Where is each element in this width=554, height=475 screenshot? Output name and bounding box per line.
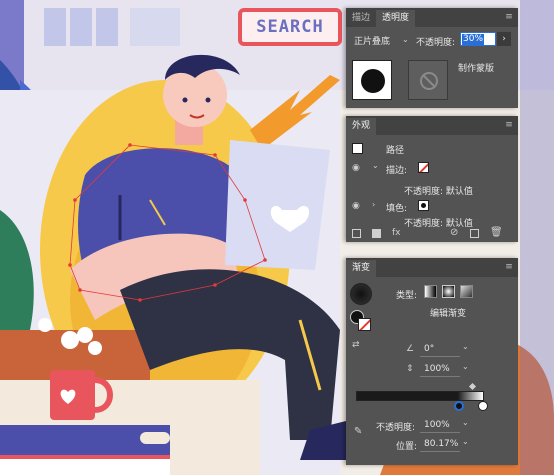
trash-icon[interactable]: 🗑 (490, 227, 503, 238)
location-underline (420, 451, 460, 452)
angle-value[interactable]: 0° (424, 344, 434, 354)
object-thumbnail[interactable] (352, 60, 392, 100)
thumbnail-circle (361, 69, 385, 93)
location-label: 位置: (396, 442, 418, 452)
eye-icon[interactable]: ◉ (352, 164, 362, 173)
add-fill-icon[interactable] (372, 229, 381, 238)
opacity-label: 不透明度: (416, 38, 456, 48)
panel-menu-icon[interactable]: ≡ (504, 262, 514, 272)
radial-gradient-button[interactable] (442, 285, 455, 298)
angle-icon: ∠ (406, 344, 415, 354)
aspect-value[interactable]: 100% (424, 364, 450, 374)
path-swatch-icon (352, 143, 363, 154)
gradient-stop-end[interactable] (478, 401, 488, 411)
appearance-panel: 外观 ≡ 路径 ◉ ⌄ 描边: 不透明度: 默认值 ◉ › 填色: 不透明度: … (346, 116, 518, 242)
tab-transparency[interactable]: 透明度 (376, 10, 416, 27)
chevron-down-icon[interactable]: ⌄ (372, 161, 379, 170)
freeform-gradient-button[interactable] (460, 285, 473, 298)
fill-stroke-swatches[interactable] (350, 310, 372, 332)
blend-mode-value: 正片叠底 (354, 37, 391, 47)
reverse-gradient-icon[interactable]: ⇄ (352, 340, 360, 350)
appearance-footer: fx ⊘ 🗑 (346, 226, 518, 242)
tab-appearance[interactable]: 外观 (346, 118, 377, 135)
chevron-right-icon[interactable]: › (372, 200, 375, 209)
appearance-tabbar: 外观 (346, 116, 518, 135)
opacity-value: 30% (462, 34, 485, 45)
aspect-field-underline (420, 376, 460, 377)
gradient-tabbar: 渐变 (346, 258, 518, 277)
angle-field-underline (420, 356, 460, 357)
blend-mode-dropdown[interactable]: 正片叠底 ⌄ (354, 34, 410, 48)
opacity-dropdown-button[interactable]: › (497, 32, 511, 46)
appearance-object-row[interactable]: 路径 (346, 140, 518, 156)
edit-gradient-button[interactable]: 编辑渐变 (430, 306, 466, 319)
chevron-down-icon[interactable]: ⌄ (462, 418, 469, 427)
mask-placeholder[interactable] (408, 60, 448, 100)
gradient-slider[interactable] (356, 391, 484, 401)
eyedropper-icon[interactable]: ✎ (354, 426, 362, 437)
stop-opacity-label: 不透明度: (376, 423, 416, 433)
search-sign: SEARCH (238, 8, 342, 46)
panel-menu-icon[interactable]: ≡ (504, 120, 514, 130)
appearance-stroke-row[interactable]: ◉ ⌄ 描边: (346, 160, 518, 176)
transparency-panel: 描边 透明度 ≡ 正片叠底 ⌄ 不透明度: 30% › 制作蒙版 (346, 8, 518, 108)
add-stroke-icon[interactable] (352, 229, 361, 238)
chevron-down-icon[interactable]: ⌄ (462, 362, 469, 371)
aspect-ratio-icon: ⇕ (406, 364, 414, 374)
fill-label: 填色: (386, 204, 408, 214)
gradient-type-label: 类型: (396, 291, 418, 301)
stroke-label: 描边: (386, 166, 408, 176)
clear-appearance-icon[interactable]: ⊘ (450, 227, 458, 238)
transparency-tabbar: 描边 透明度 (346, 8, 518, 27)
gradient-stop-selected[interactable] (454, 401, 464, 411)
tab-gradient[interactable]: 渐变 (346, 260, 377, 277)
gradient-midpoint[interactable] (468, 382, 477, 391)
stroke-opacity-label[interactable]: 不透明度: 默认值 (404, 184, 473, 197)
chevron-down-icon: ⌄ (402, 35, 409, 44)
gradient-panel: 渐变 ≡ 类型: 编辑渐变 ⇄ ∠ 0° ⌄ ⇕ 100% ⌄ ✎ 不透明度: … (346, 258, 518, 465)
stroke-none-swatch[interactable] (358, 318, 371, 331)
no-mask-icon (420, 72, 438, 90)
fill-swatch[interactable] (418, 200, 429, 211)
chevron-down-icon[interactable]: ⌄ (462, 342, 469, 351)
search-sign-label: SEARCH (256, 17, 324, 37)
duplicate-item-icon[interactable] (470, 229, 479, 238)
object-type-label: 路径 (386, 146, 405, 156)
chevron-down-icon[interactable]: ⌄ (462, 437, 469, 446)
tab-stroke[interactable]: 描边 (346, 10, 376, 27)
appearance-fill-row[interactable]: ◉ › 填色: (346, 198, 518, 214)
stop-opacity-underline (420, 432, 460, 433)
location-value[interactable]: 80.17% (424, 439, 458, 449)
make-mask-button[interactable]: 制作蒙版 (458, 61, 494, 74)
fx-icon[interactable]: fx (392, 228, 401, 238)
stop-opacity-value[interactable]: 100% (424, 420, 450, 430)
panel-menu-icon[interactable]: ≡ (504, 12, 514, 22)
opacity-input[interactable]: 30% (460, 32, 496, 46)
stroke-none-swatch[interactable] (418, 162, 429, 173)
eye-icon[interactable]: ◉ (352, 202, 362, 211)
linear-gradient-button[interactable] (424, 285, 437, 298)
gradient-preview[interactable] (350, 283, 372, 305)
